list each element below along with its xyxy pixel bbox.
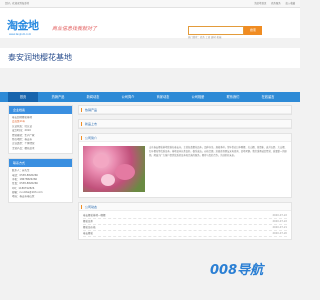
main-nav: 首页 热销产品 新闻动态 公司简介 商家动态 公司相册 联系我们 在线留言 [0, 92, 300, 102]
top-link-services[interactable]: 商务服务 [271, 2, 281, 5]
company-intro-text: 山东泰安樱花基地坐落在泰安市，主营各类樱花苗木，品种齐全，规格多样，常年供应日本… [149, 146, 287, 157]
nav-news[interactable]: 新闻动态 [78, 92, 108, 102]
news-item[interactable]: 泰安樱花 2020-07-20 [83, 231, 287, 237]
nav-message[interactable]: 在线留言 [253, 92, 283, 102]
nav-hot-products[interactable]: 热销产品 [43, 92, 73, 102]
site-title-bar: 泰安润地樱花基地 [0, 48, 300, 68]
top-bar: 您好，欢迎来到海金地 淘金地首页 商务服务 加入收藏 [0, 0, 300, 8]
search-input[interactable] [188, 26, 244, 35]
company-row: 主营产品：樱花苗木 [12, 146, 35, 150]
news-title[interactable]: 樱花苗木 [83, 220, 93, 223]
hot-products-panel: 热销产品 [78, 105, 292, 115]
nav-merchant-news[interactable]: 商家动态 [148, 92, 178, 102]
company-news-panel: 公司动态 泰安樱花基地—晚樱 2020-07-22 樱花苗木 2020-07-2… [78, 202, 292, 240]
contact-header: 联系方式 [9, 159, 72, 168]
site-title: 泰安润地樱花基地 [8, 53, 72, 62]
nav-contact[interactable]: 联系我们 [218, 92, 248, 102]
sidebar: 企业档案 泰安润地樱花基地 会员第11年 认证状态：已认证 成立时间：2010 … [8, 105, 73, 207]
new-products-header: 新品上市 [79, 120, 291, 128]
nav-home[interactable]: 首页 [8, 92, 38, 102]
contact-row: 地址：泰安市泰山区 [12, 195, 35, 199]
logo-url: www.taojindi.com [9, 33, 32, 36]
new-products-panel: 新品上市 [78, 119, 292, 129]
company-intro-header: 公司简介 [79, 134, 291, 142]
top-link-favorite[interactable]: 加入收藏 [285, 2, 295, 5]
company-news-header: 公司动态 [79, 203, 291, 211]
news-title[interactable]: 泰安樱花 [83, 232, 93, 235]
company-profile-header: 企业档案 [9, 106, 72, 114]
hot-products-header: 热销产品 [79, 106, 291, 114]
logo-text: 淘金地 [7, 19, 39, 32]
news-title[interactable]: 樱花苗价格 [83, 226, 96, 229]
company-intro-panel: 公司简介 山东泰安樱花基地坐落在泰安市，主营各类樱花苗木，品种齐全，规格多样，常… [78, 133, 292, 198]
cherry-blossom-photo [83, 146, 145, 192]
welcome-text: 您好，欢迎来到海金地 [5, 1, 29, 5]
news-date: 2020-07-20 [272, 232, 287, 235]
nav-about[interactable]: 公司简介 [113, 92, 143, 102]
header: 淘金地 www.taojindi.com 商业信息找我就对了 搜索 热门搜索：商… [0, 8, 300, 40]
hot-search-words[interactable]: 热门搜索：商务 工商 建材 机械 [188, 36, 221, 40]
top-link-home[interactable]: 淘金地首页 [254, 2, 266, 5]
logo[interactable]: 淘金地 www.taojindi.com [7, 19, 41, 39]
contact-box: 联系方式 联系人：苏先生 电话：0538-8826266 手机：18678826… [8, 158, 73, 203]
slogan: 商业信息找我就对了 [52, 26, 98, 32]
news-title[interactable]: 泰安樱花基地—晚樱 [83, 214, 106, 217]
company-profile-box: 企业档案 泰安润地樱花基地 会员第11年 认证状态：已认证 成立时间：2010 … [8, 105, 73, 155]
watermark-logo: 008导航 [210, 263, 264, 278]
main-content: 热销产品 新品上市 公司简介 山东泰安樱花基地坐落在泰安市，主营各类樱花苗木，品… [78, 105, 292, 244]
search-button[interactable]: 搜索 [244, 26, 262, 35]
top-links: 淘金地首页 商务服务 加入收藏 [250, 2, 295, 6]
nav-albums[interactable]: 公司相册 [183, 92, 213, 102]
